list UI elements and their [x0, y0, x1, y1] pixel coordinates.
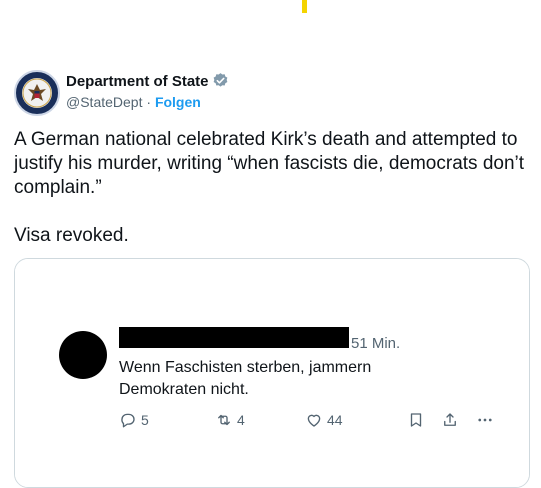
- like-icon: [305, 411, 323, 429]
- redaction-bar: [119, 327, 349, 348]
- tweet-paragraph-1: A German national celebrated Kirk’s deat…: [14, 129, 525, 198]
- account-handle[interactable]: @StateDept: [66, 94, 142, 110]
- account-name-text[interactable]: Department of State: [66, 73, 209, 90]
- top-highlight-mark: [302, 0, 307, 13]
- more-icon: [475, 411, 495, 429]
- tweet-text: A German national celebrated Kirk’s deat…: [14, 128, 534, 248]
- repost-count: 4: [237, 412, 245, 428]
- handle-line: @StateDept · Folgen: [66, 94, 201, 110]
- like-action: 44: [305, 411, 343, 429]
- share-icon: [441, 411, 459, 429]
- like-count: 44: [327, 412, 343, 428]
- repost-action: 4: [215, 411, 245, 429]
- reply-action: 5: [119, 411, 149, 429]
- tweet-header: Department of State @StateDept · Folgen: [14, 66, 514, 118]
- follow-button[interactable]: Folgen: [155, 94, 201, 110]
- repost-icon: [215, 411, 233, 429]
- verified-badge-icon: [212, 72, 229, 93]
- tweet-paragraph-2: Visa revoked.: [14, 225, 129, 246]
- bookmark-icon: [407, 411, 425, 429]
- account-name[interactable]: Department of State: [66, 72, 229, 93]
- separator-dot: ·: [146, 94, 152, 110]
- embedded-timestamp: 51 Min.: [351, 335, 401, 352]
- share-action: [441, 411, 459, 429]
- embedded-screenshot: 51 Min. Wenn Faschisten sterben, jammern…: [15, 259, 529, 487]
- more-action: [475, 411, 495, 429]
- reply-count: 5: [141, 412, 149, 428]
- embedded-action-bar: 5 4 44: [119, 411, 499, 435]
- embedded-image-card[interactable]: 51 Min. Wenn Faschisten sterben, jammern…: [14, 258, 530, 488]
- reply-icon: [119, 411, 137, 429]
- embedded-avatar: [59, 331, 107, 379]
- embedded-post-text: Wenn Faschisten sterben, jammern Demokra…: [119, 359, 372, 398]
- bookmark-action: [407, 411, 425, 429]
- seal-icon[interactable]: [14, 70, 60, 116]
